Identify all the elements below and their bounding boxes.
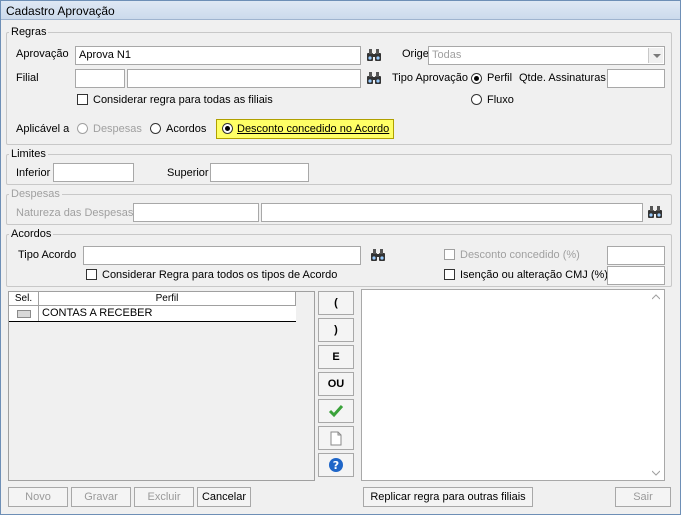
svg-text:?: ? <box>333 459 339 472</box>
replicar-button[interactable]: Replicar regra para outras filiais <box>363 487 533 507</box>
checkmark-icon <box>328 405 344 418</box>
help-icon: ? <box>329 458 343 472</box>
binoculars-icon[interactable] <box>366 71 382 85</box>
binoculars-icon[interactable] <box>366 48 382 62</box>
inferior-input[interactable] <box>53 163 134 182</box>
col-perfil-header[interactable]: Perfil <box>39 292 296 306</box>
desconto-radio-label: Desconto concedido no Acordo <box>237 123 390 135</box>
limites-legend: Limites <box>11 148 46 160</box>
row-select-cell[interactable] <box>9 306 39 321</box>
window-title: Cadastro Aprovação <box>1 1 680 20</box>
todas-filiais-checkbox[interactable] <box>77 94 88 105</box>
desconto-concedido-input[interactable] <box>607 246 665 265</box>
isencao-input[interactable] <box>607 266 665 285</box>
tipo-fluxo-label: Fluxo <box>487 94 514 106</box>
tipo-fluxo-radio[interactable] <box>471 94 482 105</box>
despesas-radio-label: Despesas <box>93 123 142 135</box>
tipo-acordo-label: Tipo Acordo <box>18 249 77 261</box>
despesas-legend: Despesas <box>11 188 60 200</box>
row-perfil-cell: CONTAS A RECEBER <box>42 307 153 319</box>
todos-tipos-checkbox[interactable] <box>86 269 97 280</box>
tipo-acordo-input[interactable] <box>83 246 361 265</box>
perfil-grid[interactable]: Sel. Perfil CONTAS A RECEBER <box>8 291 315 481</box>
blank-page-icon <box>330 431 342 446</box>
row-selector-icon[interactable] <box>17 310 31 318</box>
excluir-button[interactable]: Excluir <box>134 487 194 507</box>
tipo-perfil-radio[interactable] <box>471 73 482 84</box>
regras-legend: Regras <box>11 26 47 38</box>
todas-filiais-label: Considerar regra para todas as filiais <box>93 94 273 106</box>
expression-panel[interactable] <box>361 289 665 481</box>
superior-label: Superior <box>167 167 209 179</box>
acordos-radio-label: Acordos <box>166 123 207 135</box>
and-button[interactable]: E <box>318 345 354 369</box>
chevron-down-icon[interactable] <box>652 470 660 476</box>
binoculars-icon[interactable] <box>370 248 386 262</box>
chevron-up-icon[interactable] <box>652 294 660 300</box>
natureza-code-input[interactable] <box>133 203 259 222</box>
natureza-name-input[interactable] <box>261 203 643 222</box>
filial-code-input[interactable] <box>75 69 125 88</box>
gravar-button[interactable]: Gravar <box>71 487 131 507</box>
filial-label: Filial <box>16 72 39 84</box>
tipo-aprovacao-label: Tipo Aprovação <box>392 72 469 84</box>
aprovacao-label: Aprovação <box>16 48 69 60</box>
desconto-concedido-checkbox[interactable] <box>444 249 455 260</box>
aprovacao-input[interactable]: Aprova N1 <box>75 46 361 65</box>
open-paren-button[interactable]: ( <box>318 291 354 315</box>
qtde-assinaturas-label: Qtde. Assinaturas <box>519 72 606 84</box>
isencao-checkbox[interactable] <box>444 269 455 280</box>
acordos-legend: Acordos <box>11 228 52 240</box>
or-button[interactable]: OU <box>318 372 354 396</box>
natureza-label: Natureza das Despesas <box>16 207 134 219</box>
todos-tipos-label: Considerar Regra para todos os tipos de … <box>102 269 338 281</box>
inferior-label: Inferior <box>16 167 51 179</box>
close-paren-button[interactable]: ) <box>318 318 354 342</box>
filial-name-input[interactable] <box>127 69 361 88</box>
validate-button[interactable] <box>318 399 354 423</box>
origem-value: Todas <box>432 49 462 61</box>
novo-button[interactable]: Novo <box>8 487 68 507</box>
expression-scrollbar[interactable] <box>648 290 664 480</box>
clear-button[interactable] <box>318 426 354 450</box>
tipo-perfil-label: Perfil <box>487 72 513 84</box>
sair-button[interactable]: Sair <box>615 487 671 507</box>
isencao-label: Isenção ou alteração CMJ (%) <box>460 269 608 281</box>
chevron-down-icon[interactable] <box>648 48 663 63</box>
binoculars-icon[interactable] <box>647 205 663 219</box>
qtde-assinaturas-input[interactable] <box>607 69 665 88</box>
cadastro-aprovacao-window: Cadastro Aprovação Regras Aprovação Apro… <box>0 0 681 515</box>
cancelar-button[interactable]: Cancelar <box>197 487 251 507</box>
desconto-concedido-label: Desconto concedido (%) <box>460 249 580 261</box>
help-button[interactable]: ? <box>318 453 354 477</box>
grid-header: Sel. Perfil <box>9 292 296 306</box>
superior-input[interactable] <box>210 163 309 182</box>
desconto-radio[interactable] <box>222 123 233 134</box>
acordos-radio[interactable] <box>150 123 161 134</box>
origem-select[interactable]: Todas <box>428 46 665 65</box>
aplicavel-label: Aplicável a <box>16 123 70 135</box>
despesas-radio[interactable] <box>77 123 88 134</box>
col-sel-header[interactable]: Sel. <box>9 292 39 306</box>
table-row[interactable]: CONTAS A RECEBER <box>9 306 296 322</box>
